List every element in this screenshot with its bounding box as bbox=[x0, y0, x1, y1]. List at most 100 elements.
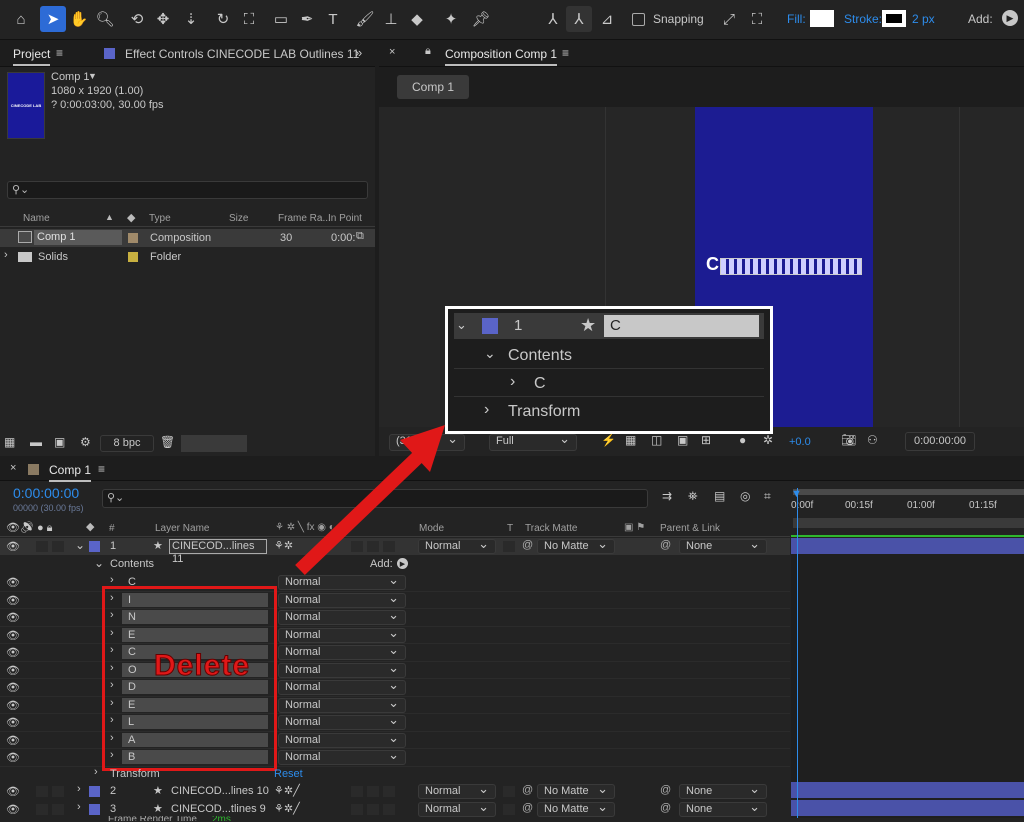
exposure-reset-icon[interactable]: ✲ bbox=[763, 433, 773, 447]
close-icon[interactable]: × bbox=[389, 46, 395, 58]
dolly-icon[interactable]: ⇣ bbox=[178, 6, 204, 32]
layer2-bar[interactable] bbox=[791, 782, 1024, 798]
fast-preview-icon[interactable]: ⚡ bbox=[601, 433, 616, 447]
lock-toggle[interactable] bbox=[52, 804, 64, 815]
trash-icon[interactable]: 🗑︎ bbox=[160, 435, 175, 449]
resolution-dropdown[interactable]: Full bbox=[489, 431, 577, 451]
chevron-right-icon[interactable]: › bbox=[110, 574, 114, 586]
region-of-interest-icon[interactable]: ▣ bbox=[677, 433, 688, 447]
chevron-right-icon[interactable]: › bbox=[77, 801, 81, 813]
world-axis-icon[interactable]: ⅄ bbox=[566, 6, 592, 32]
show-snapshot-icon[interactable]: ⚇ bbox=[867, 433, 878, 447]
layer-mode-dropdown[interactable]: Normal bbox=[418, 781, 496, 799]
switch-box[interactable] bbox=[367, 541, 379, 552]
contents-row[interactable]: ⌄ Contents Add: ▶ bbox=[0, 556, 790, 573]
draft-3d-icon[interactable]: ⛯ bbox=[688, 489, 698, 504]
visibility-eye-icon[interactable]: 👁︎ bbox=[6, 716, 20, 729]
selection-icon[interactable]: ➤ bbox=[40, 6, 66, 32]
content-mode-dropdown[interactable]: Normal bbox=[278, 607, 406, 625]
rectangle-icon[interactable]: ▭ bbox=[268, 6, 294, 32]
content-mode-dropdown[interactable]: Normal bbox=[278, 590, 406, 608]
selected-shapes-bbox[interactable] bbox=[720, 258, 862, 275]
parent-pickwhip-icon[interactable]: @ bbox=[660, 802, 671, 814]
content-mode-dropdown[interactable]: Normal bbox=[278, 625, 406, 643]
clone-stamp-icon[interactable]: ⊥ bbox=[378, 6, 404, 32]
tab-effect-controls[interactable]: Effect Controls CINECODE LAB Outlines 11 bbox=[125, 47, 359, 61]
switch-box[interactable] bbox=[367, 786, 379, 797]
col-layer-name[interactable]: Layer Name bbox=[155, 523, 209, 534]
graph-editor-icon[interactable]: ⌗ bbox=[764, 489, 771, 504]
snapshot-camera-icon[interactable]: 📷︎ bbox=[841, 433, 856, 447]
matte-pickwhip-icon[interactable]: @ bbox=[522, 802, 533, 814]
roto-brush-icon[interactable]: ✦ bbox=[438, 6, 464, 32]
project-row-comp[interactable]: Comp 1 Composition 30 0:00: ⧉ bbox=[0, 229, 375, 247]
brush-icon[interactable]: 🖌︎ bbox=[352, 6, 378, 32]
visibility-eye-icon[interactable]: 👁︎ bbox=[6, 681, 20, 694]
visibility-eye-icon[interactable]: 👁︎ bbox=[6, 664, 20, 677]
chevron-right-icon[interactable]: › bbox=[94, 766, 98, 778]
content-mode-dropdown[interactable]: Normal bbox=[278, 642, 406, 660]
layer-name[interactable]: CINECOD...lines 10 bbox=[171, 785, 269, 797]
comp-subtab[interactable]: Comp 1 bbox=[397, 75, 469, 99]
exposure-value[interactable]: +0.0 bbox=[789, 436, 811, 448]
col-frame-rate[interactable]: Frame Ra... bbox=[278, 213, 331, 224]
track-matte-dropdown[interactable]: No Matte bbox=[537, 799, 615, 817]
content-mode-dropdown[interactable]: Normal bbox=[278, 572, 406, 590]
interpret-footage-icon[interactable]: ▦ bbox=[4, 435, 15, 449]
add-content-icon[interactable]: ▶ bbox=[397, 558, 408, 569]
expand-chevron-icon[interactable]: › bbox=[4, 249, 8, 261]
flowchart-icon[interactable]: ⧉ bbox=[356, 230, 364, 243]
layer-mode-dropdown[interactable]: Normal bbox=[418, 536, 496, 554]
chevron-down-icon[interactable]: ⌄ bbox=[75, 538, 85, 552]
parent-pickwhip-icon[interactable]: @ bbox=[660, 539, 671, 551]
stroke-swatch[interactable] bbox=[882, 10, 906, 27]
layer-name[interactable]: CINECOD...tlines 9 bbox=[171, 803, 266, 815]
puppet-pin-icon[interactable]: 📌︎ bbox=[468, 6, 494, 32]
orbit-icon[interactable]: ⟲ bbox=[124, 6, 150, 32]
visibility-eye-icon[interactable]: 👁︎ bbox=[6, 734, 20, 747]
mask-visibility-icon[interactable]: ◫ bbox=[651, 433, 662, 447]
switch-box[interactable] bbox=[351, 804, 363, 815]
layer-row-2[interactable]: 👁︎ › 2 ★ CINECOD...lines 10 ⚘✲╱ Normal @… bbox=[0, 781, 790, 800]
time-ruler[interactable]: 0:00f 00:15f 01:00f 01:15f bbox=[791, 485, 1024, 537]
preserve-transparency-toggle[interactable] bbox=[503, 541, 515, 552]
local-axis-icon[interactable]: ⅄ bbox=[540, 6, 566, 32]
pan-behind-icon[interactable]: ⛶ bbox=[236, 6, 262, 32]
chevron-down-icon[interactable]: ▼ bbox=[88, 71, 97, 81]
visibility-eye-icon[interactable]: 👁︎ bbox=[6, 751, 20, 764]
track-matte-dropdown[interactable]: No Matte bbox=[537, 781, 615, 799]
visibility-eye-icon[interactable]: 👁︎ bbox=[6, 540, 20, 553]
matte-pickwhip-icon[interactable]: @ bbox=[522, 784, 533, 796]
eraser-icon[interactable]: ◆ bbox=[404, 6, 430, 32]
project-row-solids[interactable]: › Solids Folder bbox=[0, 248, 375, 266]
preserve-transparency-toggle[interactable] bbox=[503, 786, 515, 797]
panel-menu-icon[interactable]: ≡ bbox=[562, 46, 569, 60]
view-axis-icon[interactable]: ⊿ bbox=[594, 6, 620, 32]
rotate-icon[interactable]: ↻ bbox=[210, 6, 236, 32]
visibility-eye-icon[interactable]: 👁︎ bbox=[6, 611, 20, 624]
playhead-line[interactable] bbox=[797, 488, 798, 822]
new-folder-icon[interactable]: ▬ bbox=[30, 435, 42, 449]
pen-icon[interactable]: ✒ bbox=[294, 6, 320, 32]
visibility-eye-icon[interactable]: 👁︎ bbox=[6, 699, 20, 712]
work-area-bar[interactable] bbox=[793, 518, 1024, 528]
motion-blur-icon[interactable]: ◎ bbox=[740, 489, 750, 503]
lock-toggle[interactable] bbox=[52, 786, 64, 797]
layer1-bar[interactable] bbox=[791, 538, 1024, 554]
parent-dropdown[interactable]: None bbox=[679, 536, 767, 554]
type-icon[interactable]: T bbox=[320, 6, 346, 32]
track-matte-dropdown[interactable]: No Matte bbox=[537, 536, 615, 554]
layer-name[interactable]: CINECOD...lines 11 bbox=[169, 539, 267, 565]
layer3-bar[interactable] bbox=[791, 800, 1024, 816]
switch-box[interactable] bbox=[383, 804, 395, 815]
track-area[interactable]: ▼ bbox=[791, 488, 1024, 822]
col-name[interactable]: Name bbox=[23, 213, 50, 224]
transform-row[interactable]: › Transform Reset bbox=[0, 766, 790, 783]
layer-switches[interactable]: ⚘✲╱ bbox=[274, 802, 300, 815]
zoom-dropdown[interactable]: (31 bbox=[389, 431, 465, 451]
tab-composition[interactable]: Composition Comp 1 bbox=[445, 47, 558, 66]
home-icon[interactable]: ⌂ bbox=[8, 6, 34, 32]
content-mode-dropdown[interactable]: Normal bbox=[278, 695, 406, 713]
label-color-swatch[interactable] bbox=[128, 233, 138, 243]
visibility-eye-icon[interactable]: 👁︎ bbox=[6, 629, 20, 642]
